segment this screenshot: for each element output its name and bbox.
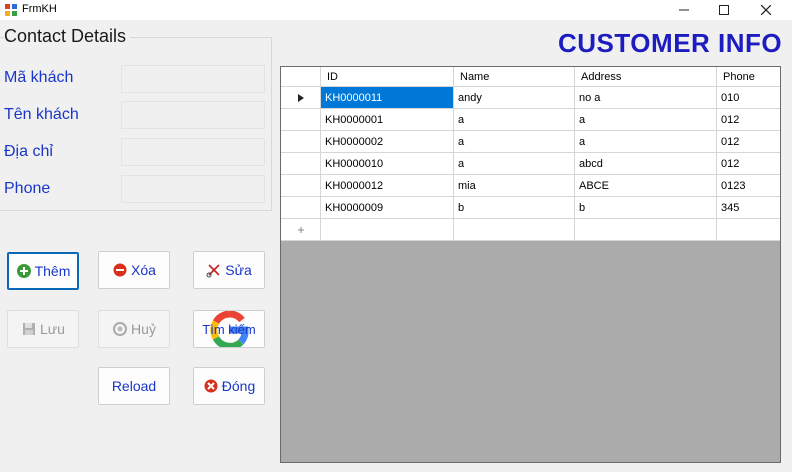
close-button[interactable]: Đóng	[193, 367, 265, 405]
floppy-disk-icon	[23, 323, 36, 335]
customer-code-label: Mã khách	[4, 69, 74, 86]
delete-button-label: Xóa	[131, 262, 156, 278]
column-header-address[interactable]: Address	[575, 67, 717, 87]
cell-name[interactable]: a	[454, 109, 575, 131]
cell-phone[interactable]: 012	[717, 109, 780, 131]
save-button-label: Lưu	[40, 321, 65, 337]
contact-details-title: Contact Details	[4, 26, 131, 47]
cell-name[interactable]: a	[454, 131, 575, 153]
window-title: FrmKH	[22, 3, 57, 15]
save-button[interactable]: Lưu	[7, 310, 79, 348]
minimize-button[interactable]	[664, 0, 704, 20]
app-icon	[5, 4, 17, 16]
row-header[interactable]	[281, 109, 321, 131]
search-button-label: Tìm kiếm	[202, 321, 256, 337]
cell-address[interactable]: a	[575, 131, 717, 153]
cell-id[interactable]: KH0000010	[321, 153, 454, 175]
customer-info-title: CUSTOMER INFO	[558, 28, 783, 58]
reload-button-label: Reload	[111, 378, 157, 394]
minimize-icon	[679, 9, 689, 11]
close-window-button[interactable]	[746, 0, 786, 20]
cell-id[interactable]: KH0000002	[321, 131, 454, 153]
cell-phone[interactable]: 012	[717, 131, 780, 153]
refresh-icon	[113, 322, 128, 336]
add-button-label: Thêm	[34, 263, 71, 279]
cancel-button-label: Huỷ	[131, 321, 156, 337]
cell-name[interactable]: andy	[454, 87, 575, 109]
cell-id[interactable]: KH0000011	[321, 87, 454, 109]
customer-data-grid[interactable]: ID Name Address Phone KH0000011 andy no …	[280, 66, 781, 463]
row-header[interactable]	[281, 131, 321, 153]
column-header-name[interactable]: Name	[454, 67, 575, 87]
table-row[interactable]: KH0000011 andy no a 010	[281, 87, 780, 109]
search-button[interactable]: Tìm kiếm	[193, 310, 265, 348]
address-input[interactable]	[121, 138, 265, 166]
cancel-button[interactable]: Huỷ	[98, 310, 170, 348]
cell-name[interactable]: mia	[454, 175, 575, 197]
close-button-label: Đóng	[221, 378, 256, 394]
row-header[interactable]	[281, 197, 321, 219]
cell-address[interactable]: abcd	[575, 153, 717, 175]
cell-phone[interactable]: 012	[717, 153, 780, 175]
maximize-button[interactable]	[704, 0, 744, 20]
table-row[interactable]: KH0000009 b b 345	[281, 197, 780, 219]
delete-button[interactable]: Xóa	[98, 251, 170, 289]
reload-button[interactable]: Reload	[98, 367, 170, 405]
new-row-icon	[297, 226, 304, 233]
cell-id[interactable]: KH0000009	[321, 197, 454, 219]
cell-address[interactable]: b	[575, 197, 717, 219]
cell-name[interactable]: a	[454, 153, 575, 175]
cell-phone[interactable]: 0123	[717, 175, 780, 197]
red-minus-icon	[113, 263, 127, 277]
customer-name-label: Tên khách	[4, 106, 79, 123]
address-label: Địa chỉ	[4, 143, 53, 160]
cell-id[interactable]: KH0000001	[321, 109, 454, 131]
phone-input[interactable]	[121, 175, 265, 203]
cell-id[interactable]	[321, 219, 454, 241]
close-icon	[761, 5, 771, 15]
row-header[interactable]	[281, 175, 321, 197]
edit-button[interactable]: Sửa	[193, 251, 265, 289]
row-header[interactable]	[281, 219, 321, 241]
maximize-icon	[719, 5, 729, 15]
cell-phone[interactable]: 010	[717, 87, 780, 109]
cell-address[interactable]	[575, 219, 717, 241]
customer-name-input[interactable]	[121, 101, 265, 129]
cell-address[interactable]: no a	[575, 87, 717, 109]
cell-address[interactable]: a	[575, 109, 717, 131]
cell-phone[interactable]: 345	[717, 197, 780, 219]
column-header-id[interactable]: ID	[321, 67, 454, 87]
cell-address[interactable]: ABCE	[575, 175, 717, 197]
current-row-arrow-icon	[297, 93, 304, 102]
row-header[interactable]	[281, 153, 321, 175]
table-row[interactable]: KH0000002 a a 012	[281, 131, 780, 153]
green-plus-icon	[16, 264, 31, 278]
window-titlebar: FrmKH	[0, 0, 792, 20]
new-row[interactable]	[281, 219, 780, 241]
table-row[interactable]: KH0000001 a a 012	[281, 109, 780, 131]
table-row[interactable]: KH0000012 mia ABCE 0123	[281, 175, 780, 197]
cell-id[interactable]: KH0000012	[321, 175, 454, 197]
add-button[interactable]: Thêm	[7, 252, 79, 290]
scissors-icon	[206, 264, 220, 278]
table-row[interactable]: KH0000010 a abcd 012	[281, 153, 780, 175]
row-header[interactable]	[281, 87, 321, 109]
column-header-phone[interactable]: Phone	[717, 67, 780, 87]
grid-corner-cell	[281, 67, 321, 87]
cell-name[interactable]	[454, 219, 575, 241]
grid-header-row: ID Name Address Phone	[281, 67, 780, 87]
phone-label: Phone	[4, 180, 51, 197]
edit-button-label: Sửa	[225, 262, 252, 278]
cell-name[interactable]: b	[454, 197, 575, 219]
cell-phone[interactable]	[717, 219, 780, 241]
red-x-icon	[204, 379, 218, 393]
customer-code-input[interactable]	[121, 65, 265, 93]
